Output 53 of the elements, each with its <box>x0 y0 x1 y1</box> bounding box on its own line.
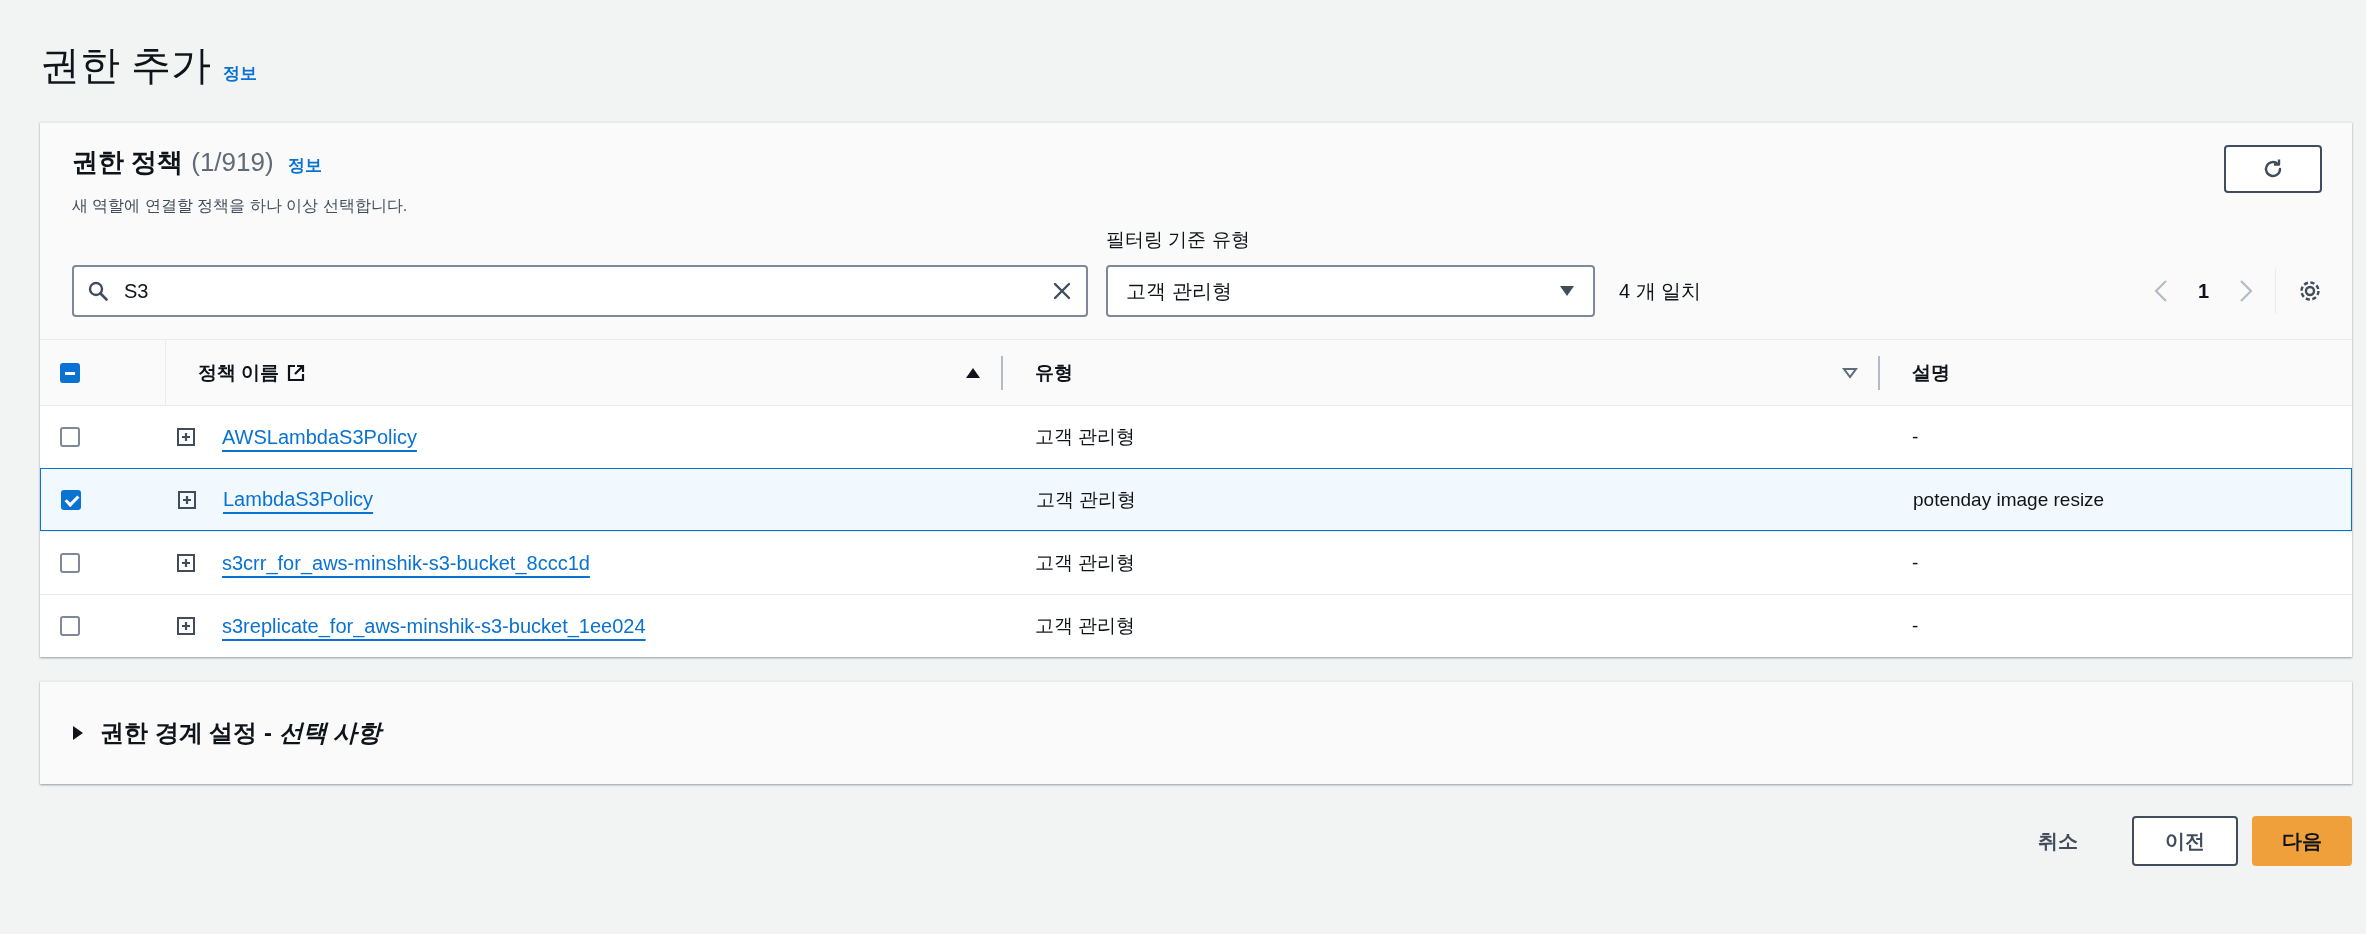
table-row[interactable]: LambdaS3Policy 고객 관리형 potenday image resize <box>40 468 2352 531</box>
cancel-button[interactable]: 취소 <box>2008 816 2108 866</box>
match-count: 4 개 일치 <box>1619 279 1702 304</box>
column-header[interactable]: 정책 이름 <box>198 359 306 386</box>
table-row[interactable]: s3replicate_for_aws-minshik-s3-bucket_1ee024 고객 관리형 - <box>40 594 2352 657</box>
policy-count: (1/919) <box>191 147 274 178</box>
search-field[interactable]: S3 <box>72 265 1088 317</box>
expand-plus-icon[interactable] <box>177 617 195 635</box>
row-checkbox[interactable] <box>60 553 80 573</box>
panel-heading: 권한 정책 <box>72 146 184 179</box>
clear-icon[interactable] <box>1052 281 1072 301</box>
expand-plus-icon[interactable] <box>177 554 195 572</box>
row-checkbox[interactable] <box>60 616 80 636</box>
column-header[interactable]: 유형 <box>1035 359 1073 386</box>
settings-icon[interactable] <box>2298 279 2322 303</box>
table-cell-text: 고객 관리형 <box>1035 551 1136 575</box>
refresh-button[interactable] <box>2224 145 2322 193</box>
page-number[interactable]: 1 <box>2197 279 2209 303</box>
caret-right-icon <box>72 726 84 740</box>
filter-label: 필터링 기준 유형 <box>1106 228 1251 252</box>
page-title: 권한 추가 <box>40 42 212 89</box>
search-icon <box>88 281 108 301</box>
policy-link[interactable]: AWSLambdaS3Policy <box>222 425 417 449</box>
table-cell: potenday image resize <box>1913 488 2105 511</box>
policy-link[interactable]: LambdaS3Policy <box>223 488 374 511</box>
table-cell: - <box>1912 552 1919 574</box>
row-checkbox[interactable] <box>60 427 80 447</box>
sort-icon[interactable] <box>1842 366 1858 379</box>
column-header[interactable]: 설명 <box>1912 359 1950 386</box>
next-button[interactable]: 다음 <box>2252 816 2352 866</box>
table-cell: - <box>1912 615 1919 637</box>
refresh-icon <box>2262 158 2284 180</box>
expand-plus-icon[interactable] <box>178 490 196 509</box>
select-all-checkbox[interactable] <box>60 362 80 383</box>
table-cell-text: 고객 관리형 <box>1036 487 1137 512</box>
info-link[interactable]: 정보 <box>223 62 258 85</box>
table-cell: - <box>1912 426 1919 448</box>
expand-plus-icon[interactable] <box>177 428 195 446</box>
caret-icon <box>1559 285 1575 297</box>
panel-description: 새 역할에 연결할 정책을 하나 이상 선택합니다. <box>72 196 408 216</box>
policy-link[interactable]: s3crr_for_aws-minshik-s3-bucket_8ccc1d <box>222 551 590 575</box>
table-row[interactable]: s3crr_for_aws-minshik-s3-bucket_8ccc1d 고객 관리형 - <box>40 531 2352 594</box>
table-cell-text: 고객 관리형 <box>1035 614 1136 638</box>
expand-header[interactable]: 권한 경계 설정 - 선택 사항 <box>72 717 382 749</box>
table-cell-text: 고객 관리형 <box>1035 425 1136 449</box>
search-input[interactable]: S3 <box>122 278 1038 304</box>
row-checkbox[interactable] <box>61 489 81 510</box>
previous-button[interactable]: 이전 <box>2132 816 2238 866</box>
table-row[interactable]: AWSLambdaS3Policy 고객 관리형 - <box>40 405 2352 468</box>
type-dropdown[interactable]: 고객 관리형 <box>1106 265 1595 317</box>
policy-link[interactable]: s3replicate_for_aws-minshik-s3-bucket_1ee024 <box>222 614 646 638</box>
sort-ascending-icon[interactable] <box>965 366 981 379</box>
info-link[interactable]: 정보 <box>287 154 322 177</box>
